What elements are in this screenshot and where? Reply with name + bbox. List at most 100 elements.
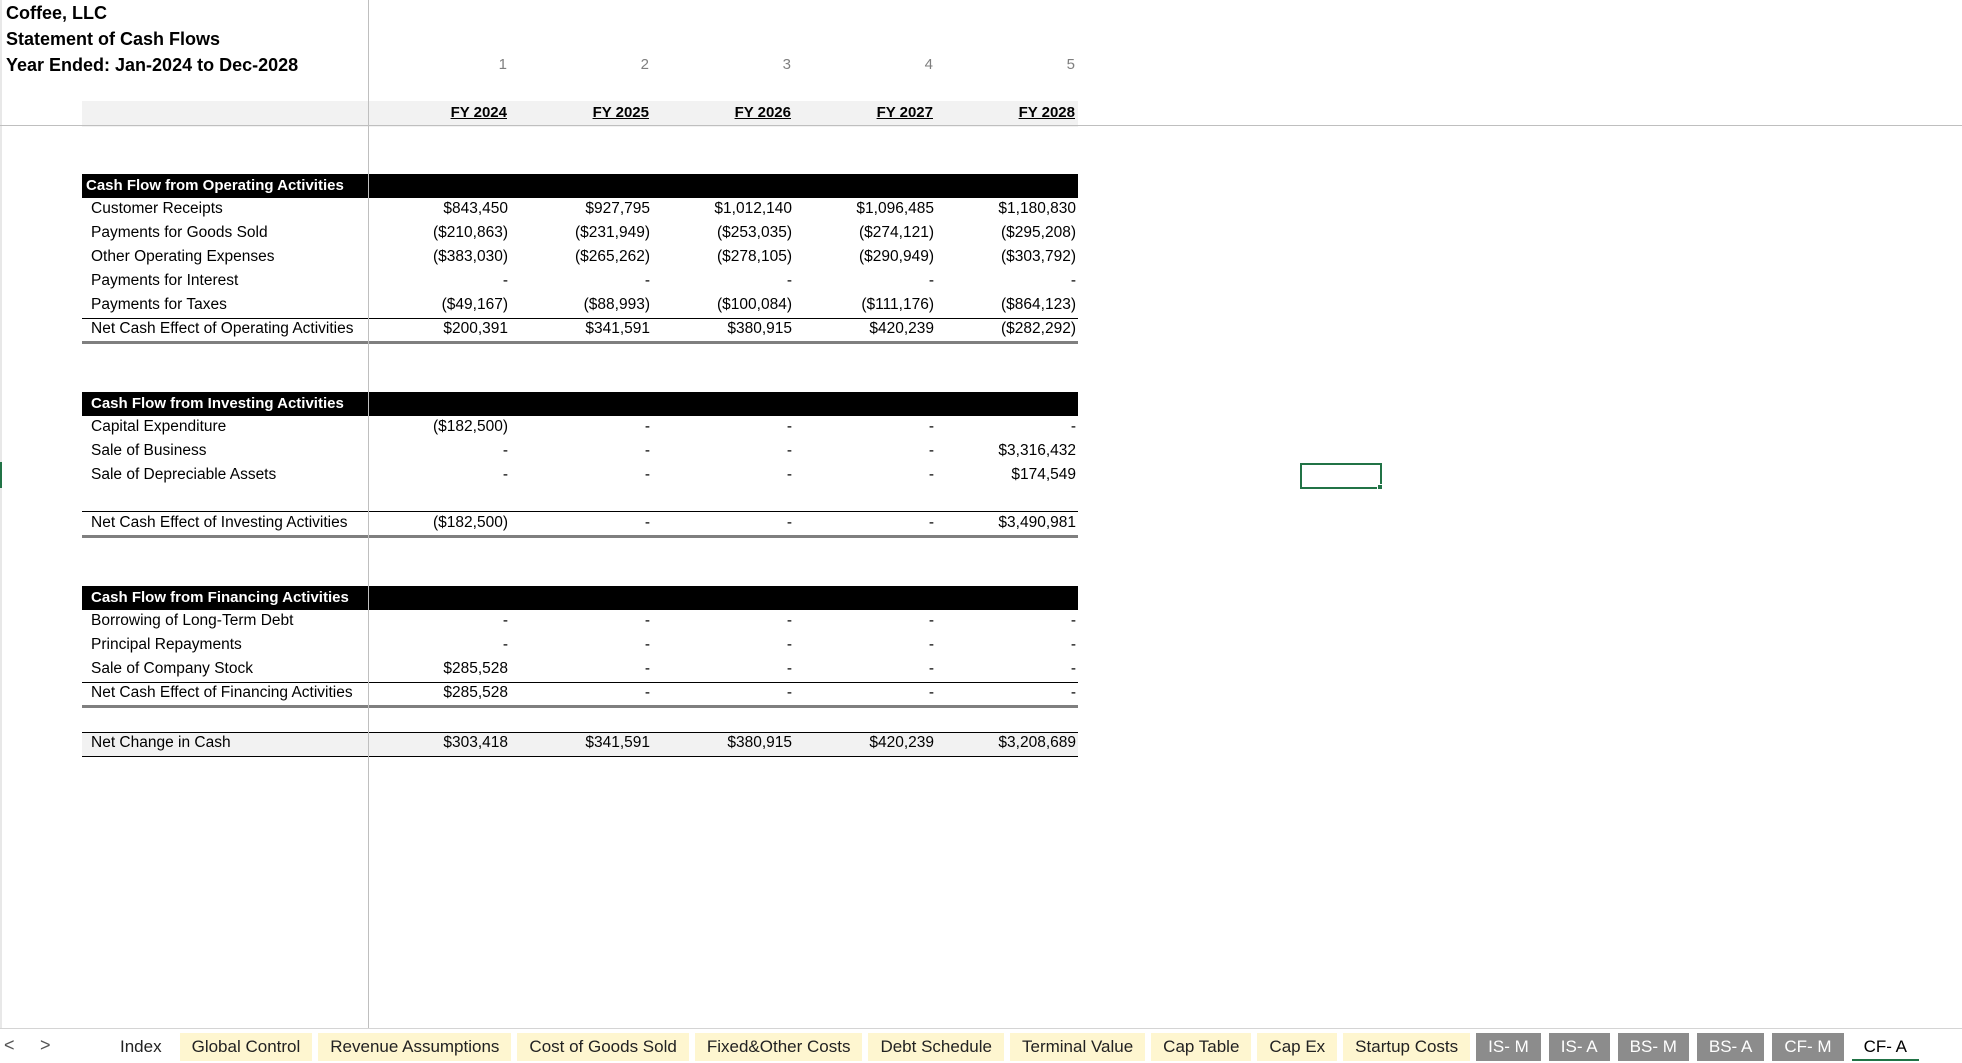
total-row-label[interactable]: Net Cash Effect of Financing Activities (91, 684, 367, 702)
value-cell[interactable]: - (510, 612, 650, 630)
total-cell[interactable]: ($282,292) (936, 320, 1076, 338)
row-label[interactable]: Payments for Goods Sold (91, 224, 367, 242)
row-label[interactable]: Customer Receipts (91, 200, 367, 218)
fy-header[interactable]: FY 2024 (367, 104, 507, 121)
column-number[interactable]: 1 (447, 56, 507, 73)
value-cell[interactable]: $174,549 (936, 466, 1076, 484)
selected-cell[interactable] (1300, 463, 1382, 489)
spreadsheet-grid[interactable]: Coffee, LLC Statement of Cash Flows Year… (0, 0, 1962, 1028)
value-cell[interactable]: - (510, 418, 650, 436)
value-cell[interactable]: - (368, 612, 508, 630)
value-cell[interactable]: $3,316,432 (936, 442, 1076, 460)
investing-section-title[interactable]: Cash Flow from Investing Activities (91, 395, 344, 412)
value-cell[interactable]: $285,528 (368, 660, 508, 678)
value-cell[interactable]: - (794, 466, 934, 484)
total-cell[interactable]: - (652, 684, 792, 702)
sheet-tab[interactable]: BS- M (1617, 1033, 1689, 1061)
period-label[interactable]: Year Ended: Jan-2024 to Dec-2028 (6, 55, 298, 76)
sheet-tab[interactable]: IS- M (1476, 1033, 1541, 1061)
value-cell[interactable]: ($210,863) (368, 224, 508, 242)
sheet-tab[interactable]: Global Control (179, 1033, 313, 1061)
total-cell[interactable]: $3,208,689 (936, 734, 1076, 752)
sheet-tab[interactable]: CF- M (1772, 1033, 1844, 1061)
value-cell[interactable]: - (794, 636, 934, 654)
fy-header[interactable]: FY 2026 (651, 104, 791, 121)
column-number[interactable]: 3 (731, 56, 791, 73)
total-cell[interactable]: $380,915 (652, 320, 792, 338)
sheet-tab[interactable]: IS- A (1548, 1033, 1610, 1061)
column-number[interactable]: 2 (589, 56, 649, 73)
sheet-tab[interactable]: Cap Table (1151, 1033, 1252, 1061)
value-cell[interactable]: - (652, 272, 792, 290)
value-cell[interactable]: - (936, 418, 1076, 436)
sheet-tab[interactable]: Revenue Assumptions (318, 1033, 512, 1061)
total-cell[interactable]: $303,418 (368, 734, 508, 752)
row-label[interactable]: Payments for Taxes (91, 296, 367, 314)
total-cell[interactable]: - (794, 684, 934, 702)
fy-header[interactable]: FY 2027 (793, 104, 933, 121)
tab-scroll-right-icon[interactable]: > (40, 1035, 51, 1056)
total-row-label[interactable]: Net Cash Effect of Investing Activities (91, 514, 367, 532)
sheet-tab[interactable]: BS- A (1696, 1033, 1765, 1061)
value-cell[interactable]: ($383,030) (368, 248, 508, 266)
value-cell[interactable]: - (368, 466, 508, 484)
total-cell[interactable]: - (652, 514, 792, 532)
total-cell[interactable]: - (936, 684, 1076, 702)
value-cell[interactable]: ($290,949) (794, 248, 934, 266)
column-number[interactable]: 5 (1015, 56, 1075, 73)
value-cell[interactable]: - (652, 418, 792, 436)
value-cell[interactable]: ($253,035) (652, 224, 792, 242)
total-cell[interactable]: $341,591 (510, 320, 650, 338)
tab-scroll-left-icon[interactable]: < (4, 1035, 15, 1056)
sheet-tab[interactable]: CF- A (1851, 1033, 1920, 1061)
total-cell[interactable]: $341,591 (510, 734, 650, 752)
total-cell[interactable]: $285,528 (368, 684, 508, 702)
value-cell[interactable]: - (510, 636, 650, 654)
value-cell[interactable]: ($303,792) (936, 248, 1076, 266)
row-label[interactable]: Other Operating Expenses (91, 248, 367, 266)
sheet-tab[interactable]: Startup Costs (1343, 1033, 1471, 1061)
row-label[interactable]: Sale of Depreciable Assets (91, 466, 367, 484)
value-cell[interactable]: - (936, 636, 1076, 654)
value-cell[interactable]: - (510, 466, 650, 484)
row-label[interactable]: Borrowing of Long-Term Debt (91, 612, 367, 630)
value-cell[interactable]: - (652, 660, 792, 678)
sheet-tab[interactable]: Fixed&Other Costs (694, 1033, 863, 1061)
total-row-label[interactable]: Net Change in Cash (91, 734, 367, 752)
value-cell[interactable]: - (510, 442, 650, 460)
value-cell[interactable]: - (368, 636, 508, 654)
value-cell[interactable]: ($278,105) (652, 248, 792, 266)
value-cell[interactable]: - (652, 612, 792, 630)
value-cell[interactable]: $1,180,830 (936, 200, 1076, 218)
row-label[interactable]: Capital Expenditure (91, 418, 367, 436)
value-cell[interactable]: $1,096,485 (794, 200, 934, 218)
sheet-tab[interactable]: Terminal Value (1009, 1033, 1146, 1061)
column-number[interactable]: 4 (873, 56, 933, 73)
total-cell[interactable]: - (510, 514, 650, 532)
financing-section-title[interactable]: Cash Flow from Financing Activities (91, 589, 349, 606)
value-cell[interactable]: ($111,176) (794, 296, 934, 314)
value-cell[interactable]: - (794, 442, 934, 460)
value-cell[interactable]: - (794, 418, 934, 436)
row-label[interactable]: Sale of Business (91, 442, 367, 460)
value-cell[interactable]: - (794, 612, 934, 630)
value-cell[interactable]: $927,795 (510, 200, 650, 218)
row-label[interactable]: Sale of Company Stock (91, 660, 367, 678)
sheet-tab[interactable]: Cost of Goods Sold (517, 1033, 689, 1061)
value-cell[interactable]: - (794, 272, 934, 290)
value-cell[interactable]: ($100,084) (652, 296, 792, 314)
value-cell[interactable]: - (936, 660, 1076, 678)
total-cell[interactable]: $420,239 (794, 320, 934, 338)
operating-section-title[interactable]: Cash Flow from Operating Activities (86, 177, 344, 194)
sheet-tab[interactable]: Cap Ex (1257, 1033, 1338, 1061)
value-cell[interactable]: - (652, 466, 792, 484)
total-cell[interactable]: $200,391 (368, 320, 508, 338)
total-row-label[interactable]: Net Cash Effect of Operating Activities (91, 320, 367, 338)
value-cell[interactable]: ($88,993) (510, 296, 650, 314)
statement-title[interactable]: Statement of Cash Flows (6, 29, 220, 50)
total-cell[interactable]: ($182,500) (368, 514, 508, 532)
value-cell[interactable]: - (794, 660, 934, 678)
value-cell[interactable]: - (368, 442, 508, 460)
value-cell[interactable]: - (936, 612, 1076, 630)
company-name[interactable]: Coffee, LLC (6, 3, 107, 24)
